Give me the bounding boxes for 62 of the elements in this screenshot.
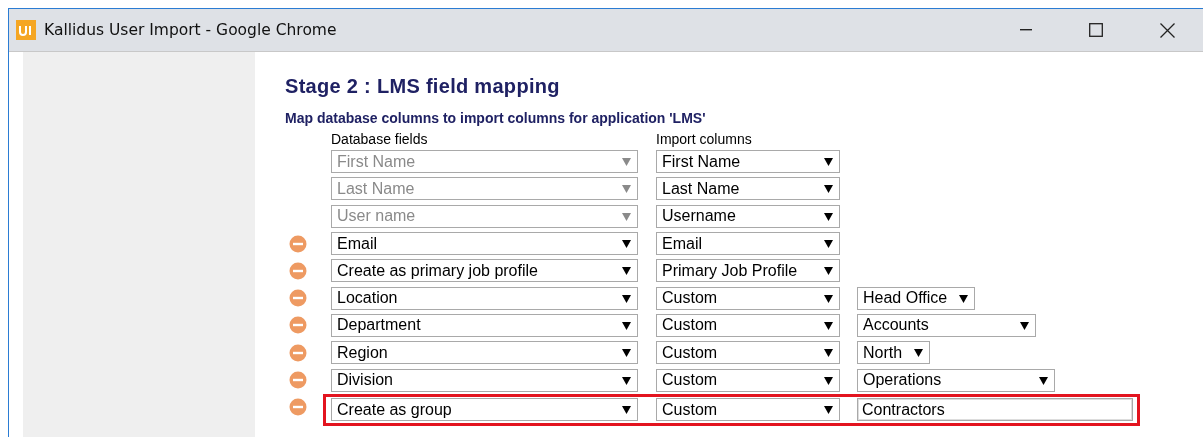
import-column-select[interactable]: Email (656, 232, 840, 256)
import-column-select[interactable]: Custom (656, 313, 840, 337)
caret-icon (824, 293, 833, 303)
caret-icon (824, 184, 833, 194)
caret-icon (622, 239, 631, 249)
remove-icon[interactable] (289, 398, 307, 417)
caret-icon (622, 405, 631, 415)
database-field-select[interactable]: Create as primary job profile (331, 259, 638, 283)
caret-icon (824, 239, 833, 249)
column-header: Database fields (331, 131, 429, 148)
caret-icon (824, 348, 833, 358)
caret-icon (1039, 375, 1048, 385)
remove-icon[interactable] (289, 261, 307, 280)
import-column-select[interactable]: Username (656, 204, 840, 228)
remove-icon[interactable] (289, 371, 307, 389)
caret-icon (914, 348, 924, 358)
caret-icon (622, 293, 631, 303)
caret-icon (622, 348, 631, 358)
database-field-select[interactable]: Region (331, 341, 638, 365)
remove-icon[interactable] (289, 316, 307, 335)
custom-value-field[interactable]: Contractors (857, 398, 1133, 422)
import-column-select[interactable]: Custom (656, 398, 840, 422)
database-field-select[interactable]: Location (331, 286, 638, 310)
caret-icon (824, 157, 833, 167)
caret-icon (622, 211, 631, 221)
caret-icon (622, 157, 631, 167)
caret-icon (959, 293, 969, 303)
caret-icon (622, 266, 631, 276)
caret-icon (824, 375, 833, 385)
caret-icon (622, 184, 631, 194)
column-header: Import columns (656, 131, 752, 148)
caret-icon (824, 405, 833, 415)
caret-icon (824, 266, 833, 276)
close-icon[interactable] (1160, 22, 1175, 38)
caret-icon (824, 211, 833, 221)
page-heading: Stage 2 : LMS field mapping (285, 75, 561, 99)
database-field-select[interactable]: Email (331, 232, 638, 256)
minimize-icon[interactable] (1020, 29, 1032, 31)
database-field-select[interactable]: Division (331, 368, 638, 392)
import-column-select[interactable]: Custom (656, 286, 840, 310)
database-field-select[interactable]: Department (331, 313, 638, 337)
app-icon (16, 20, 36, 40)
caret-icon (824, 320, 833, 330)
import-column-select[interactable]: Last Name (656, 177, 840, 201)
import-column-select[interactable]: Custom (656, 368, 840, 392)
remove-icon[interactable] (289, 343, 307, 362)
custom-value-select[interactable]: Head Office (857, 286, 976, 310)
page-subheading: Map database columns to import columns for application 'LMS' (285, 110, 707, 126)
caret-icon (622, 375, 631, 385)
remove-icon[interactable] (289, 234, 307, 253)
caret-icon (622, 320, 631, 330)
database-field-select[interactable]: Create as group (331, 398, 638, 422)
custom-value-select[interactable]: Accounts (857, 313, 1036, 337)
caret-icon (1020, 320, 1029, 330)
import-column-select[interactable]: First Name (656, 150, 840, 174)
import-column-select[interactable]: Primary Job Profile (656, 259, 840, 283)
custom-value-select[interactable]: Operations (857, 368, 1055, 392)
custom-value-select[interactable]: North (857, 341, 931, 365)
import-column-select[interactable]: Custom (656, 341, 840, 365)
maximize-icon[interactable] (1089, 23, 1103, 37)
window-title: Kallidus User Import - Google Chrome (44, 21, 337, 39)
remove-icon[interactable] (289, 289, 307, 308)
